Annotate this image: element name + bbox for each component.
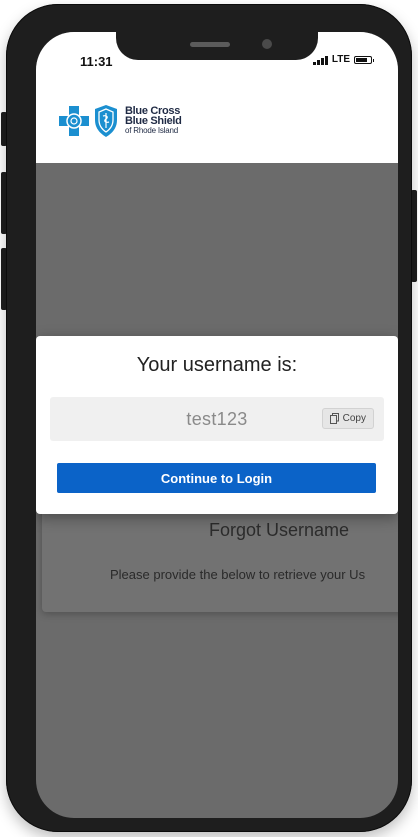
- copy-icon: [329, 413, 339, 424]
- brand-logo[interactable]: Blue Cross Blue Shield of Rhode Island: [58, 104, 182, 138]
- network-label: LTE: [331, 54, 350, 65]
- battery-icon: [354, 55, 374, 64]
- brand-line-3: of Rhode Island: [125, 126, 179, 135]
- copy-label: Copy: [342, 413, 366, 424]
- forgot-username-instructions: Please provide the below to retrieve you…: [110, 567, 366, 582]
- copy-button[interactable]: Copy: [321, 408, 374, 429]
- phone-frame: 11:31 LTE Blue Cross Blue Shield of Rhod…: [6, 4, 412, 832]
- blue-cross-icon: [59, 106, 89, 136]
- username-display: test123 Copy: [50, 397, 384, 441]
- forgot-username-title: Forgot Username: [209, 520, 350, 540]
- speaker-grille: [190, 42, 230, 47]
- dialog-title: Your username is:: [136, 354, 298, 376]
- signal-icon: [312, 55, 328, 65]
- phone-notch: [116, 32, 318, 60]
- phone-screen: 11:31 LTE Blue Cross Blue Shield of Rhod…: [36, 32, 398, 818]
- status-indicators: LTE: [312, 54, 374, 65]
- username-dialog: Your username is: test123 Copy Continue …: [36, 336, 398, 514]
- brand-name: Blue Cross Blue Shield of Rhode Island: [125, 106, 182, 136]
- status-time: 11:31: [80, 54, 113, 69]
- continue-to-login-button[interactable]: Continue to Login: [57, 463, 376, 493]
- brand-line-2: Blue Shield: [125, 115, 182, 127]
- front-camera: [262, 39, 272, 49]
- blue-shield-icon: [95, 105, 117, 137]
